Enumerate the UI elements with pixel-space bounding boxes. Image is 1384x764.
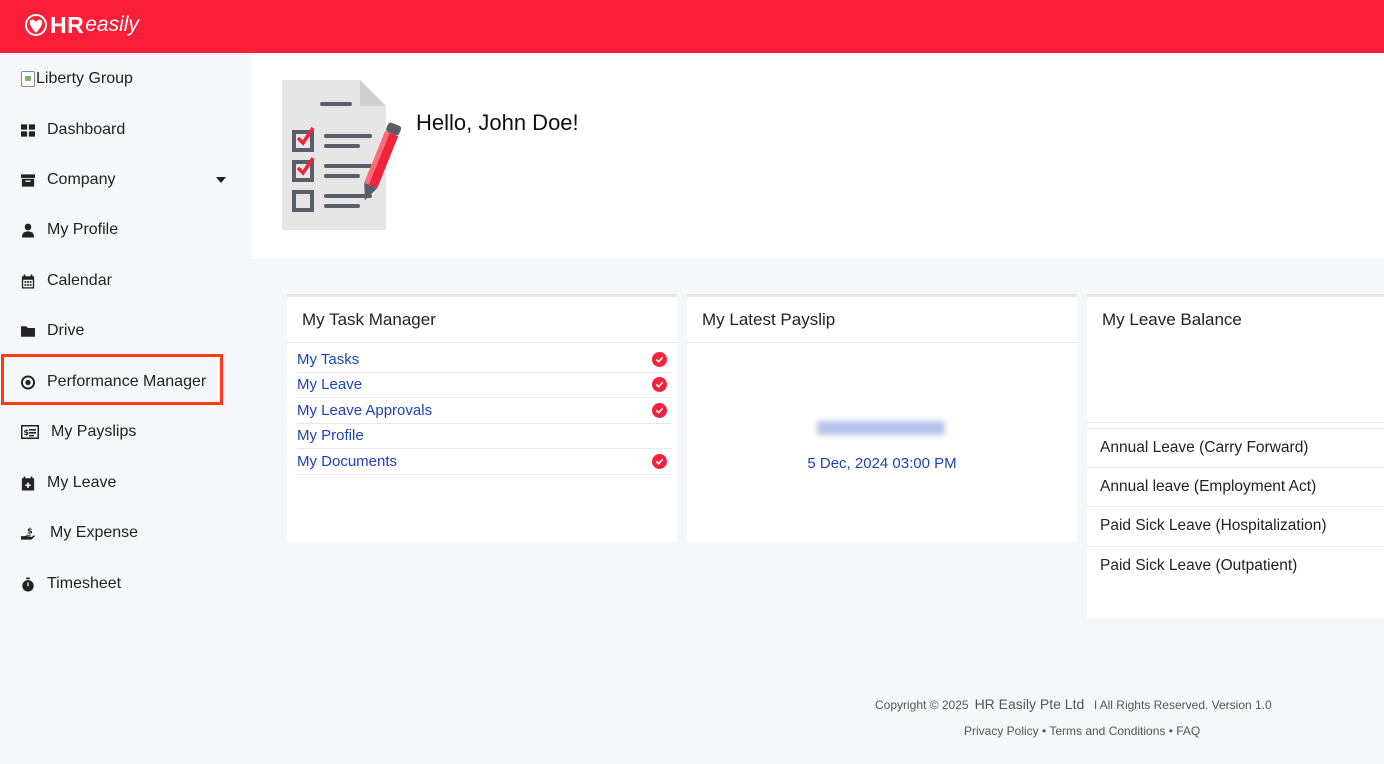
calendar-plus-icon <box>21 476 35 490</box>
sidebar-item-dashboard[interactable]: Dashboard <box>0 112 252 148</box>
sidebar-item-label: My Payslips <box>51 423 137 440</box>
card-title: My Leave Balance <box>1102 310 1242 329</box>
task-link-my-leave[interactable]: My Leave <box>297 376 362 393</box>
list-item: My Tasks <box>297 347 672 373</box>
sidebar: Liberty Group Dashboard Company My Profi… <box>0 53 252 764</box>
sidebar-item-label: My Leave <box>47 474 117 491</box>
user-icon <box>21 223 35 237</box>
chevron-down-icon[interactable] <box>216 177 226 183</box>
task-list: My Tasks My Leave My Leave Approvals My … <box>297 347 672 475</box>
list-item: Paid Sick Leave (Outpatient) <box>1100 557 1298 575</box>
sidebar-item-company[interactable]: Company <box>0 162 252 198</box>
footer-company-name: HR Easily Pte Ltd <box>974 696 1085 712</box>
folder-icon <box>21 324 35 338</box>
card-title: My Latest Payslip <box>687 297 1077 343</box>
check-circle-icon <box>652 402 667 418</box>
sidebar-item-label: Calendar <box>47 272 112 289</box>
sidebar-item-my-profile[interactable]: My Profile <box>0 212 252 248</box>
greeting-text: Hello, John Doe! <box>416 110 579 135</box>
broken-image-icon <box>21 71 35 87</box>
company-logo-image: Liberty Group <box>21 70 133 88</box>
logo-emblem-icon <box>25 14 47 36</box>
check-circle-icon <box>652 453 667 469</box>
archive-icon <box>21 173 35 187</box>
active-item-highlight <box>1 354 223 405</box>
top-bar: HR easily <box>0 0 1384 53</box>
sidebar-item-calendar[interactable]: Calendar <box>0 263 252 299</box>
svg-text:$: $ <box>27 526 32 535</box>
sidebar-item-label: Timesheet <box>47 575 122 592</box>
sidebar-item-label: My Expense <box>50 524 139 541</box>
checklist-illustration <box>282 80 402 230</box>
stopwatch-icon <box>21 577 35 591</box>
dashboard-icon <box>21 123 35 137</box>
leave-balance-list: Annual Leave (Carry Forward) Annual leav… <box>1087 422 1384 586</box>
list-item: Annual Leave (Carry Forward) <box>1087 428 1384 468</box>
rights-text: l All Rights Reserved. Version 1.0 <box>1094 698 1272 712</box>
task-manager-card: My Task Manager My Tasks My Leave My Lea… <box>287 294 677 542</box>
list-item: Annual leave (Employment Act) <box>1087 468 1384 507</box>
welcome-banner: Hello, John Doe! <box>252 53 1384 259</box>
list-item: Paid Sick Leave (Hospitalization) <box>1087 507 1384 547</box>
list-item: My Leave <box>297 373 672 398</box>
payslip-icon: $ <box>21 425 39 439</box>
footer-links[interactable]: Privacy Policy • Terms and Conditions • … <box>964 724 1200 738</box>
card-title: My Task Manager <box>287 297 677 343</box>
hreasily-logo[interactable]: HR easily <box>24 10 139 40</box>
latest-payslip-card: My Latest Payslip 5 Dec, 2024 03:00 PM <box>687 294 1077 542</box>
sidebar-item-timesheet[interactable]: Timesheet <box>0 566 252 602</box>
sidebar-item-label: My Profile <box>47 221 119 238</box>
sidebar-item-my-payslips[interactable]: $ My Payslips <box>0 414 252 450</box>
copyright-text: Copyright © 2025 <box>875 698 969 712</box>
company-logo-alt-text: Liberty Group <box>36 70 133 87</box>
check-circle-icon <box>652 351 667 367</box>
task-link-my-tasks[interactable]: My Tasks <box>297 351 359 368</box>
logo-text-bold: HR <box>50 11 85 38</box>
svg-text:$: $ <box>24 428 30 437</box>
payslip-date-link[interactable]: 5 Dec, 2024 03:00 PM <box>687 455 1077 472</box>
list-item: My Profile <box>297 424 672 449</box>
check-circle-icon <box>652 377 667 393</box>
calendar-icon <box>21 274 35 288</box>
leave-balance-card: My Leave Balance Annual Leave (Carry For… <box>1087 294 1384 618</box>
sidebar-item-drive[interactable]: Drive <box>0 313 252 349</box>
list-item: My Leave Approvals <box>297 398 672 424</box>
task-link-my-leave-approvals[interactable]: My Leave Approvals <box>297 402 432 419</box>
payslip-amount-blurred <box>817 418 947 438</box>
list-item: My Documents <box>297 449 672 475</box>
footer-copyright: Copyright © 2025 HR Easily Pte Ltd l All R… <box>875 696 1272 712</box>
task-link-my-profile[interactable]: My Profile <box>297 427 364 444</box>
expense-hand-icon: $ <box>21 526 35 540</box>
sidebar-item-my-leave[interactable]: My Leave <box>0 465 252 501</box>
sidebar-item-my-expense[interactable]: $ My Expense <box>0 515 252 551</box>
sidebar-item-label: Drive <box>47 322 85 339</box>
task-link-my-documents[interactable]: My Documents <box>297 453 397 470</box>
logo-text-light: easily <box>85 13 139 36</box>
sidebar-item-label: Company <box>47 171 116 188</box>
sidebar-item-label: Dashboard <box>47 121 126 138</box>
